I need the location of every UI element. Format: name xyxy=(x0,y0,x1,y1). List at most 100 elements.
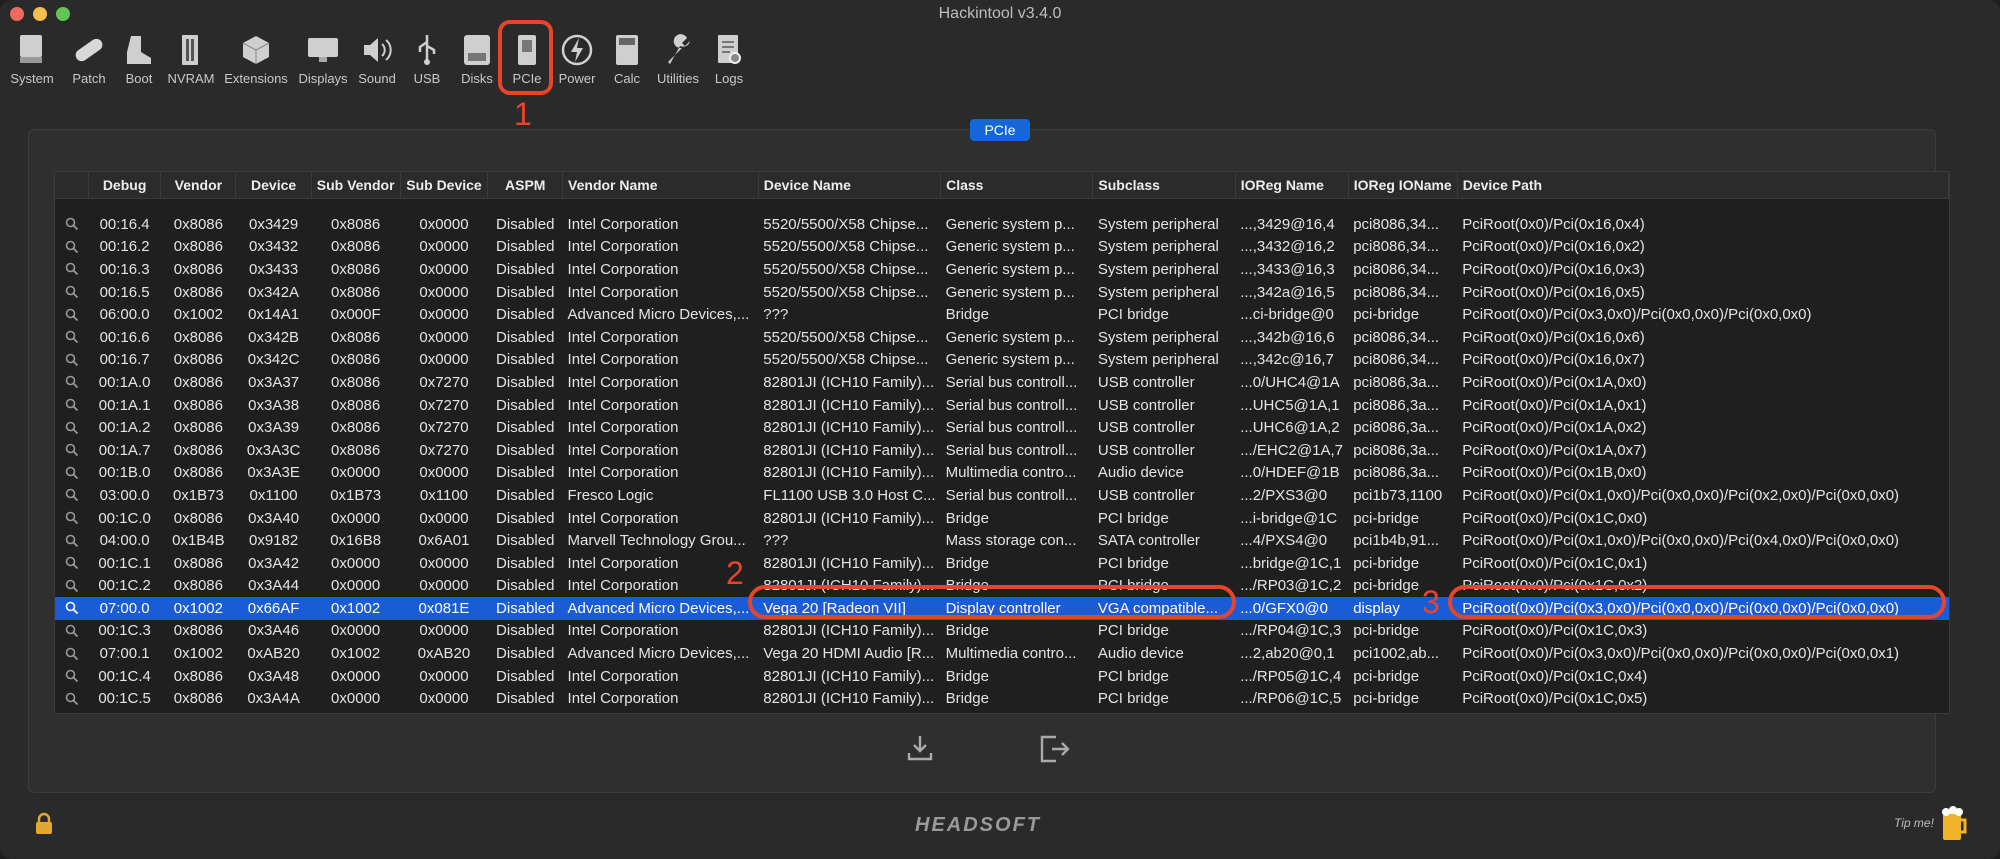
table-row[interactable]: 00:1C.1 0x8086 0x3A42 0x0000 0x0000 Disabled I… xyxy=(55,552,1949,575)
column-header-device[interactable]: Device xyxy=(235,172,312,199)
magnifier-icon[interactable] xyxy=(65,240,79,254)
title-bar: Hackintool v3.4.0 xyxy=(0,0,2000,28)
inspect-icon-cell[interactable] xyxy=(55,281,88,304)
minimize-button[interactable] xyxy=(33,7,47,21)
column-header-inspect[interactable] xyxy=(55,172,89,199)
table-row[interactable]: 00:1A.1 0x8086 0x3A38 0x8086 0x7270 Disabled I… xyxy=(55,394,1949,417)
magnifier-icon[interactable] xyxy=(65,556,79,570)
toolbar-item-power[interactable]: Power xyxy=(552,28,602,88)
zoom-button[interactable] xyxy=(56,7,70,21)
magnifier-icon[interactable] xyxy=(65,421,79,435)
inspect-icon-cell[interactable] xyxy=(55,213,88,236)
toolbar-item-logs[interactable]: Logs xyxy=(704,28,754,88)
column-header-vendor-name[interactable]: Vendor Name xyxy=(562,172,759,199)
beer-icon[interactable] xyxy=(1940,806,1968,847)
table-row[interactable]: 00:1B.0 0x8086 0x3A3E 0x0000 0x0000 Disabled I… xyxy=(55,462,1949,485)
column-header-ioreg-ioname[interactable]: IOReg IOName xyxy=(1348,172,1458,199)
column-header-sub-vendor[interactable]: Sub Vendor xyxy=(311,172,401,199)
magnifier-icon[interactable] xyxy=(65,669,79,683)
table-row[interactable]: 04:00.0 0x1B4B 0x9182 0x16B8 0x6A01 Disabled M… xyxy=(55,529,1949,552)
magnifier-icon[interactable] xyxy=(65,330,79,344)
magnifier-icon[interactable] xyxy=(65,353,79,367)
inspect-icon-cell[interactable] xyxy=(55,552,88,575)
table-row[interactable]: 07:00.1 0x1002 0xAB20 0x1002 0xAB20 Disabled A… xyxy=(55,642,1949,665)
table-row[interactable]: 00:16.6 0x8086 0x342B 0x8086 0x0000 Disabled I… xyxy=(55,326,1949,349)
inspect-icon-cell[interactable] xyxy=(55,665,88,688)
toolbar-item-system[interactable]: System xyxy=(0,28,64,88)
column-header-class[interactable]: Class xyxy=(940,172,1094,199)
table-row[interactable]: 00:16.2 0x8086 0x3432 0x8086 0x0000 Disabled I… xyxy=(55,236,1949,259)
toolbar-item-utilities[interactable]: Utilities xyxy=(652,28,704,88)
magnifier-icon[interactable] xyxy=(65,308,79,322)
inspect-icon-cell[interactable] xyxy=(55,642,88,665)
lock-icon[interactable] xyxy=(34,812,54,841)
inspect-icon-cell[interactable] xyxy=(55,349,88,372)
table-row[interactable]: 00:1A.2 0x8086 0x3A39 0x8086 0x7270 Disabled I… xyxy=(55,416,1949,439)
table-row[interactable]: 06:00.0 0x1002 0x14A1 0x000F 0x0000 Disabled A… xyxy=(55,303,1949,326)
inspect-icon-cell[interactable] xyxy=(55,394,88,417)
magnifier-icon[interactable] xyxy=(65,647,79,661)
magnifier-icon[interactable] xyxy=(65,398,79,412)
column-header-sub-device[interactable]: Sub Device xyxy=(400,172,489,199)
toolbar-item-boot[interactable]: Boot xyxy=(114,28,164,88)
column-header-ioreg-name[interactable]: IOReg Name xyxy=(1235,172,1349,199)
magnifier-icon[interactable] xyxy=(65,692,79,706)
magnifier-icon[interactable] xyxy=(65,601,79,615)
magnifier-icon[interactable] xyxy=(65,285,79,299)
inspect-icon-cell[interactable] xyxy=(55,236,88,259)
inspect-icon-cell[interactable] xyxy=(55,303,88,326)
table-row[interactable]: 00:16.4 0x8086 0x3429 0x8086 0x0000 Disabled I… xyxy=(55,213,1949,236)
magnifier-icon[interactable] xyxy=(65,488,79,502)
column-header-debug[interactable]: Debug xyxy=(88,172,162,199)
table-row[interactable]: 00:16.5 0x8086 0x342A 0x8086 0x0000 Disabled I… xyxy=(55,281,1949,304)
inspect-icon-cell[interactable] xyxy=(55,326,88,349)
column-header-subclass[interactable]: Subclass xyxy=(1092,172,1236,199)
magnifier-icon[interactable] xyxy=(65,511,79,525)
magnifier-icon[interactable] xyxy=(65,443,79,457)
magnifier-icon[interactable] xyxy=(65,262,79,276)
inspect-icon-cell[interactable] xyxy=(55,529,88,552)
toolbar-item-usb[interactable]: USB xyxy=(402,28,452,88)
magnifier-icon[interactable] xyxy=(65,534,79,548)
magnifier-icon[interactable] xyxy=(65,579,79,593)
table-row[interactable]: 00:1C.0 0x8086 0x3A40 0x0000 0x0000 Disabled I… xyxy=(55,507,1949,530)
inspect-icon-cell[interactable] xyxy=(55,258,88,281)
table-row[interactable]: 00:16.7 0x8086 0x342C 0x8086 0x0000 Disabled I… xyxy=(55,349,1949,372)
column-header-aspm[interactable]: ASPM xyxy=(487,172,564,199)
table-row[interactable]: 00:1A.7 0x8086 0x3A3C 0x8086 0x7270 Disabled I… xyxy=(55,439,1949,462)
column-header-device-name[interactable]: Device Name xyxy=(758,172,942,199)
share-button[interactable] xyxy=(1038,733,1070,768)
toolbar-item-calc[interactable]: Calc xyxy=(602,28,652,88)
inspect-icon-cell[interactable] xyxy=(55,597,89,620)
toolbar-item-patch[interactable]: Patch xyxy=(64,28,114,88)
magnifier-icon[interactable] xyxy=(65,217,79,231)
close-button[interactable] xyxy=(10,7,24,21)
inspect-icon-cell[interactable] xyxy=(55,439,88,462)
table-row[interactable]: 00:1A.0 0x8086 0x3A37 0x8086 0x7270 Disabled I… xyxy=(55,371,1949,394)
toolbar-item-disks[interactable]: Disks xyxy=(452,28,502,88)
cell-device-name: 5520/5500/X58 Chipse... xyxy=(763,215,929,233)
toolbar-item-sound[interactable]: Sound xyxy=(352,28,402,88)
table-row[interactable]: 00:1C.3 0x8086 0x3A46 0x0000 0x0000 Disabled I… xyxy=(55,620,1949,643)
inspect-icon-cell[interactable] xyxy=(55,416,88,439)
inspect-icon-cell[interactable] xyxy=(55,575,88,598)
inspect-icon-cell[interactable] xyxy=(55,687,88,710)
table-row[interactable]: 00:1C.5 0x8086 0x3A4A 0x0000 0x0000 Disabled I… xyxy=(55,687,1949,710)
inspect-icon-cell[interactable] xyxy=(55,371,88,394)
magnifier-icon[interactable] xyxy=(65,466,79,480)
table-row[interactable]: 00:1C.4 0x8086 0x3A48 0x0000 0x0000 Disabled I… xyxy=(55,665,1949,688)
inspect-icon-cell[interactable] xyxy=(55,484,88,507)
magnifier-icon[interactable] xyxy=(65,624,79,638)
table-row[interactable]: 03:00.0 0x1B73 0x1100 0x1B73 0x1100 Disabled F… xyxy=(55,484,1949,507)
inspect-icon-cell[interactable] xyxy=(55,507,88,530)
toolbar-item-displays[interactable]: Displays xyxy=(294,28,352,88)
table-row[interactable]: 00:16.3 0x8086 0x3433 0x8086 0x0000 Disabled I… xyxy=(55,258,1949,281)
toolbar-item-extensions[interactable]: Extensions xyxy=(218,28,294,88)
export-button[interactable] xyxy=(905,733,935,768)
column-header-vendor[interactable]: Vendor xyxy=(160,172,237,199)
inspect-icon-cell[interactable] xyxy=(55,462,88,485)
inspect-icon-cell[interactable] xyxy=(55,620,88,643)
column-header-device-path[interactable]: Device Path xyxy=(1457,172,1949,199)
toolbar-item-nvram[interactable]: NVRAM xyxy=(164,28,218,88)
magnifier-icon[interactable] xyxy=(65,375,79,389)
